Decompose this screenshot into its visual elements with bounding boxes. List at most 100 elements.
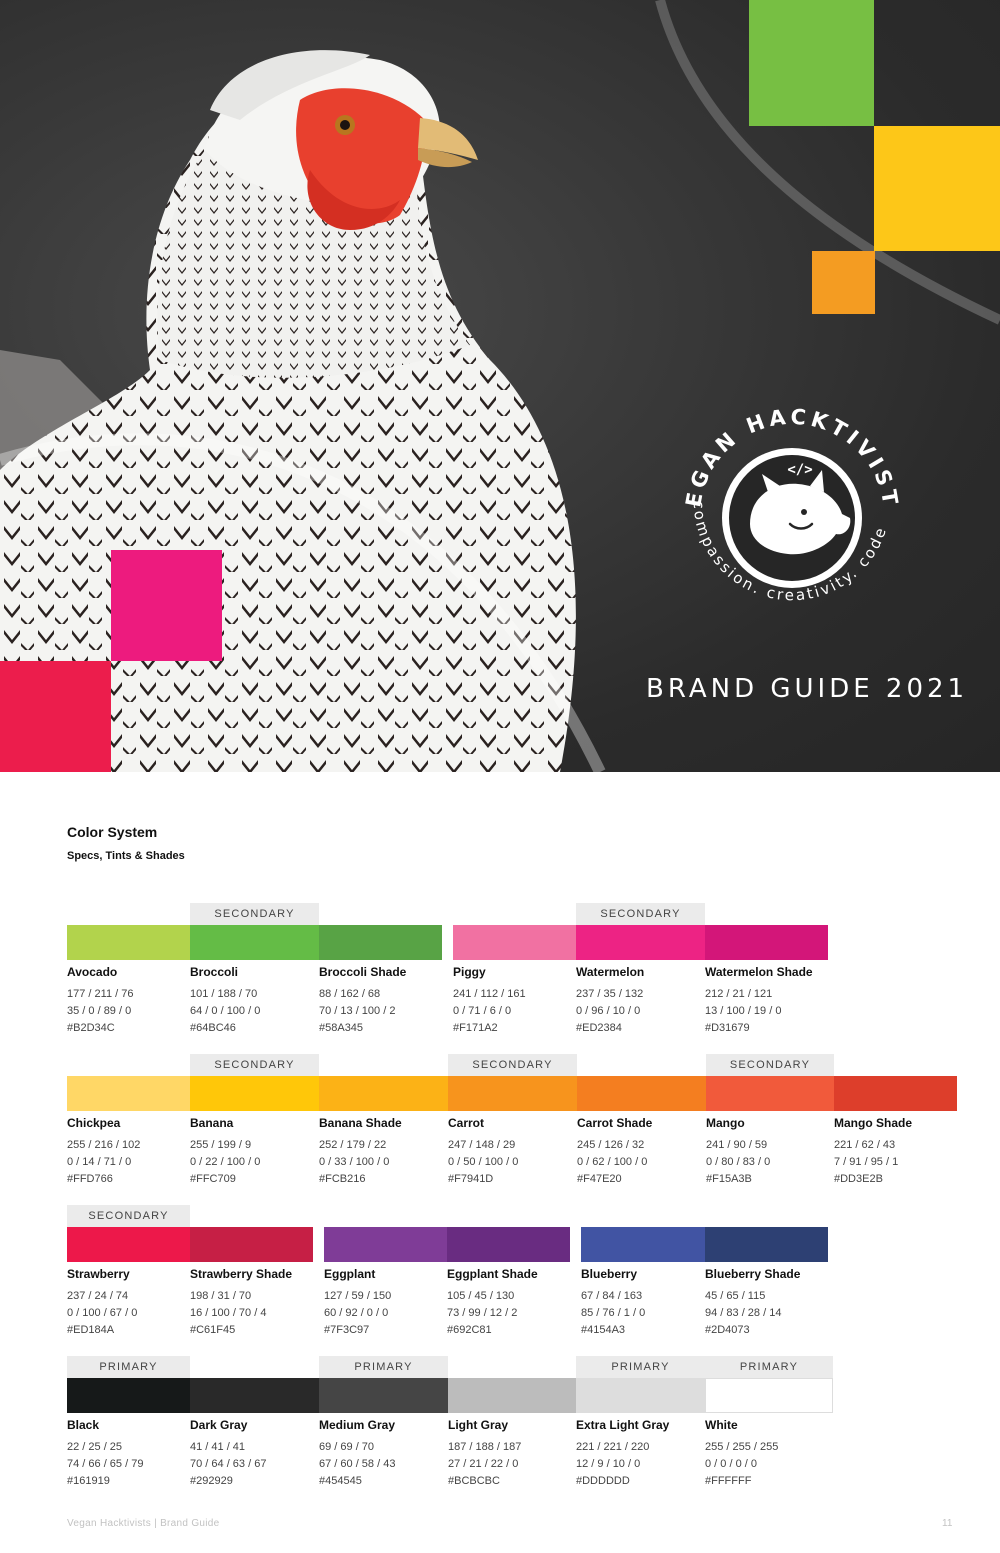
swatch-cmyk-value: 70 / 64 / 63 / 67 bbox=[190, 1458, 267, 1470]
swatch-rgb-value: 198 / 31 / 70 bbox=[190, 1290, 252, 1302]
swatch-color-bar bbox=[706, 1076, 834, 1111]
swatch-hex-value: #FFD766 bbox=[67, 1173, 113, 1185]
swatch-rgb-value: 177 / 211 / 76 bbox=[67, 988, 134, 1000]
swatch-rgb-value: 237 / 24 / 74 bbox=[67, 1290, 129, 1302]
swatch-rgb-value: 252 / 179 / 22 bbox=[319, 1139, 387, 1151]
svg-text:</>: </> bbox=[787, 462, 812, 478]
swatch-hex-value: #4154A3 bbox=[581, 1324, 626, 1336]
swatch-cmyk-value: 0 / 80 / 83 / 0 bbox=[706, 1156, 771, 1168]
swatch-hex-value: #F171A2 bbox=[453, 1022, 498, 1034]
swatch-name: Extra Light Gray bbox=[576, 1418, 670, 1432]
swatch-color-bar bbox=[67, 925, 190, 960]
swatch-rgb-value: 105 / 45 / 130 bbox=[447, 1290, 515, 1302]
swatch-name: Piggy bbox=[453, 965, 486, 979]
swatch-hex-value: #161919 bbox=[67, 1475, 110, 1487]
swatch-cmyk-value: 0 / 22 / 100 / 0 bbox=[190, 1156, 261, 1168]
swatch-cmyk-value: 7 / 91 / 95 / 1 bbox=[834, 1156, 899, 1168]
swatch-hex-value: #692C81 bbox=[447, 1324, 492, 1336]
swatch-hex-value: #FCB216 bbox=[319, 1173, 366, 1185]
swatch-color-bar bbox=[448, 1076, 577, 1111]
swatch-rgb-value: 255 / 216 / 102 bbox=[67, 1139, 141, 1151]
swatch-color-bar bbox=[190, 1076, 319, 1111]
swatch-rgb-value: 221 / 221 / 220 bbox=[576, 1441, 650, 1453]
swatch-cmyk-value: 85 / 76 / 1 / 0 bbox=[581, 1307, 646, 1319]
swatch-color-bar bbox=[67, 1227, 190, 1262]
swatch-name: Banana Shade bbox=[319, 1116, 402, 1130]
swatch-cmyk-value: 0 / 96 / 10 / 0 bbox=[576, 1005, 641, 1017]
swatch-cmyk-value: 64 / 0 / 100 / 0 bbox=[190, 1005, 261, 1017]
section-title: Color System bbox=[67, 824, 158, 840]
swatch-tag: SECONDARY bbox=[190, 1054, 319, 1076]
swatch-rgb-value: 187 / 188 / 187 bbox=[448, 1441, 522, 1453]
swatch-rgb-value: 221 / 62 / 43 bbox=[834, 1139, 896, 1151]
swatch-hex-value: #F15A3B bbox=[706, 1173, 752, 1185]
swatch-rgb-value: 69 / 69 / 70 bbox=[319, 1441, 375, 1453]
swatch-name: Eggplant Shade bbox=[447, 1267, 538, 1281]
swatch-rgb-value: 22 / 25 / 25 bbox=[67, 1441, 123, 1453]
swatch-name: Mango bbox=[706, 1116, 745, 1130]
swatch-name: Blueberry Shade bbox=[705, 1267, 801, 1281]
swatch-rgb-value: 245 / 126 / 32 bbox=[577, 1139, 645, 1151]
swatch-hex-value: #FFFFFF bbox=[705, 1475, 752, 1487]
swatch-name: Medium Gray bbox=[319, 1418, 396, 1432]
swatch-hex-value: #ED2384 bbox=[576, 1022, 622, 1034]
swatch-cmyk-value: 0 / 0 / 0 / 0 bbox=[705, 1458, 757, 1470]
swatch-cmyk-value: 94 / 83 / 28 / 14 bbox=[705, 1307, 782, 1319]
swatch-name: Eggplant bbox=[324, 1267, 376, 1281]
swatch-cmyk-value: 16 / 100 / 70 / 4 bbox=[190, 1307, 267, 1319]
swatch-name: Light Gray bbox=[448, 1418, 509, 1432]
swatch-hex-value: #7F3C97 bbox=[324, 1324, 370, 1336]
swatch-tag: SECONDARY bbox=[706, 1054, 834, 1076]
swatch-name: Strawberry bbox=[67, 1267, 130, 1281]
swatch-name: Chickpea bbox=[67, 1116, 121, 1130]
swatch-hex-value: #F7941D bbox=[448, 1173, 494, 1185]
swatch-color-bar bbox=[447, 1227, 570, 1262]
swatch-rgb-value: 41 / 41 / 41 bbox=[190, 1441, 246, 1453]
swatch-name: Mango Shade bbox=[834, 1116, 913, 1130]
swatch-color-bar bbox=[319, 925, 442, 960]
swatch-cmyk-value: 70 / 13 / 100 / 2 bbox=[319, 1005, 396, 1017]
swatch-name: Strawberry Shade bbox=[190, 1267, 293, 1281]
swatch-tag: SECONDARY bbox=[190, 903, 319, 925]
swatch-color-bar bbox=[577, 1076, 706, 1111]
swatch-name: Watermelon bbox=[576, 965, 645, 979]
swatch-rgb-value: 255 / 255 / 255 bbox=[705, 1441, 779, 1453]
swatch-rgb-value: 237 / 35 / 132 bbox=[576, 988, 644, 1000]
swatch-color-bar bbox=[448, 1378, 576, 1413]
swatch-rgb-value: 241 / 112 / 161 bbox=[453, 988, 526, 1000]
swatch-hex-value: #BCBCBC bbox=[448, 1475, 500, 1487]
swatch-color-bar bbox=[581, 1227, 705, 1262]
swatch-cmyk-value: 12 / 9 / 10 / 0 bbox=[576, 1458, 641, 1470]
page-number: 11 bbox=[942, 1518, 953, 1529]
swatch-rgb-value: 101 / 188 / 70 bbox=[190, 988, 258, 1000]
swatch-cmyk-value: 73 / 99 / 12 / 2 bbox=[447, 1307, 518, 1319]
swatch-color-bar bbox=[453, 925, 576, 960]
swatch-cmyk-value: 74 / 66 / 65 / 79 bbox=[67, 1458, 144, 1470]
swatch-hex-value: #DDDDDD bbox=[576, 1475, 630, 1487]
swatch-hex-value: #C61F45 bbox=[190, 1324, 236, 1336]
swatch-cmyk-value: 13 / 100 / 19 / 0 bbox=[705, 1005, 782, 1017]
swatch-name: Carrot bbox=[448, 1116, 485, 1130]
swatch-color-bar bbox=[576, 925, 705, 960]
swatch-cmyk-value: 0 / 100 / 67 / 0 bbox=[67, 1307, 138, 1319]
swatch-name: Carrot Shade bbox=[577, 1116, 653, 1130]
swatch-rgb-value: 241 / 90 / 59 bbox=[706, 1139, 768, 1151]
swatch-rgb-value: 247 / 148 / 29 bbox=[448, 1139, 516, 1151]
swatch-hex-value: #FFC709 bbox=[190, 1173, 236, 1185]
swatch-tag: PRIMARY bbox=[319, 1356, 448, 1378]
swatch-name: Broccoli bbox=[190, 965, 239, 979]
swatch-color-bar bbox=[705, 925, 828, 960]
swatch-tag: PRIMARY bbox=[67, 1356, 190, 1378]
swatch-color-bar bbox=[319, 1076, 448, 1111]
swatch-hex-value: #ED184A bbox=[67, 1324, 115, 1336]
swatch-color-bar bbox=[319, 1378, 448, 1413]
swatch-rgb-value: 255 / 199 / 9 bbox=[190, 1139, 252, 1151]
swatch-color-bar bbox=[67, 1378, 190, 1413]
swatch-color-bar bbox=[190, 925, 319, 960]
swatch-cmyk-value: 0 / 71 / 6 / 0 bbox=[453, 1005, 512, 1017]
swatch-tag: SECONDARY bbox=[576, 903, 705, 925]
green-square bbox=[749, 0, 874, 126]
swatch-name: Black bbox=[67, 1418, 100, 1432]
section-subtitle: Specs, Tints & Shades bbox=[67, 850, 185, 862]
swatch-color-bar bbox=[705, 1227, 828, 1262]
